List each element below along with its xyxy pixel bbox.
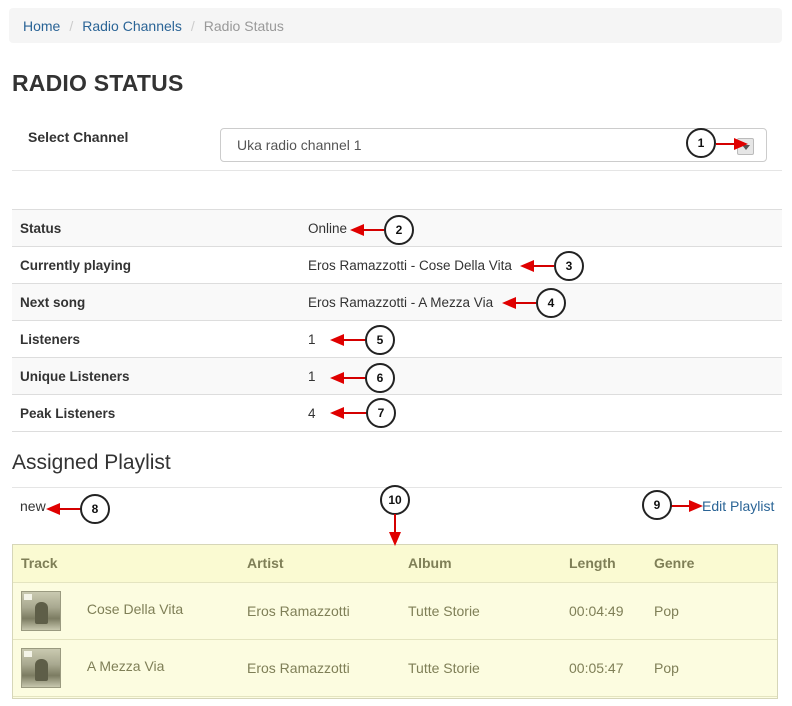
callout-arrow [362, 229, 384, 231]
arrow-right-icon [734, 138, 748, 150]
track-length: 00:05:47 [561, 639, 646, 697]
table-header-row: Track Artist Album Length Genre [13, 545, 777, 583]
callout-arrow [394, 514, 396, 534]
playlist-tracks-table: Track Artist Album Length Genre Cose Del… [12, 544, 778, 699]
breadcrumb-current: Radio Status [203, 17, 284, 34]
callout-number: 3 [554, 251, 584, 281]
status-value: Online [300, 209, 782, 247]
channel-select-value: Uka radio channel 1 [237, 137, 362, 153]
table-row[interactable]: A Mezza Via Eros Ramazzotti Tutte Storie… [13, 639, 777, 697]
track-album: Tutte Storie [400, 639, 561, 697]
breadcrumb-separator: / [190, 17, 195, 34]
callout-number: 2 [384, 215, 414, 245]
next-song-label: Next song [12, 283, 300, 321]
table-row: Listeners 1 [12, 320, 782, 358]
callout-arrow [58, 508, 82, 510]
unique-listeners-label: Unique Listeners [12, 357, 300, 395]
channel-select[interactable]: Uka radio channel 1 [220, 128, 767, 162]
track-title: A Mezza Via [86, 658, 165, 675]
track-title: Cose Della Vita [86, 601, 184, 618]
album-cover-image [21, 647, 61, 688]
callout-number: 9 [642, 490, 672, 520]
callout-number: 10 [380, 485, 410, 515]
table-row[interactable]: Cose Della Vita Eros Ramazzotti Tutte St… [13, 582, 777, 640]
callout-number: 1 [686, 128, 716, 158]
track-cell: A Mezza Via [13, 639, 239, 697]
peak-listeners-label: Peak Listeners [12, 394, 300, 432]
track-artist: Eros Ramazzotti [239, 639, 400, 697]
callout-arrow [532, 265, 554, 267]
track-artist: Eros Ramazzotti [239, 582, 400, 640]
listeners-label: Listeners [12, 320, 300, 358]
table-row: Next song Eros Ramazzotti - A Mezza Via [12, 283, 782, 321]
callout-number: 4 [536, 288, 566, 318]
breadcrumb: Home / Radio Channels / Radio Status [9, 8, 782, 43]
table-row: Unique Listeners 1 [12, 357, 782, 395]
callout-number: 6 [365, 363, 395, 393]
select-channel-label: Select Channel [28, 129, 129, 145]
arrow-down-icon [389, 532, 401, 546]
callout-arrow [670, 505, 690, 507]
column-header-track: Track [13, 545, 239, 583]
page-title: RADIO STATUS [12, 70, 184, 96]
currently-playing-label: Currently playing [12, 246, 300, 284]
album-cover-image [21, 590, 61, 631]
callout-arrow [342, 412, 367, 414]
column-header-artist: Artist [239, 545, 400, 583]
column-header-genre: Genre [646, 545, 777, 583]
playlist-name: new [20, 498, 46, 514]
track-album: Tutte Storie [400, 582, 561, 640]
callout-number: 8 [80, 494, 110, 524]
callout-arrow [514, 302, 536, 304]
breadcrumb-separator: / [69, 17, 74, 34]
edit-playlist-link[interactable]: Edit Playlist [702, 498, 774, 514]
track-length: 00:04:49 [561, 582, 646, 640]
callout-number: 7 [366, 398, 396, 428]
track-cell: Cose Della Vita [13, 582, 239, 640]
status-label: Status [12, 209, 300, 247]
table-row: Currently playing Eros Ramazzotti - Cose… [12, 246, 782, 284]
table-row: Peak Listeners 4 [12, 394, 782, 432]
track-genre: Pop [646, 639, 777, 697]
callout-number: 5 [365, 325, 395, 355]
divider [12, 170, 782, 171]
track-genre: Pop [646, 582, 777, 640]
breadcrumb-home-link[interactable]: Home [23, 18, 60, 34]
column-header-album: Album [400, 545, 561, 583]
arrow-right-icon [689, 500, 703, 512]
callout-arrow [342, 339, 366, 341]
column-header-length: Length [561, 545, 646, 583]
callout-arrow [342, 377, 366, 379]
assigned-playlist-heading: Assigned Playlist [12, 451, 171, 474]
breadcrumb-radio-channels-link[interactable]: Radio Channels [82, 18, 182, 34]
callout-arrow [716, 143, 734, 145]
